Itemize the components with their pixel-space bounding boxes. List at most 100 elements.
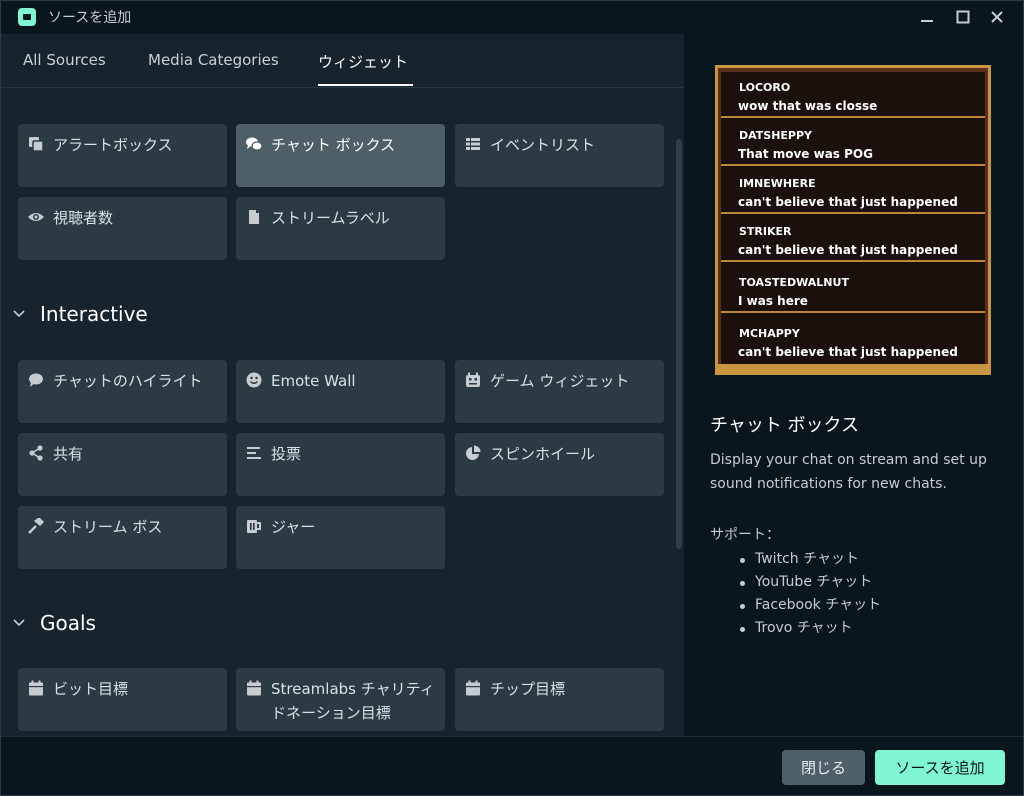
tab-all-sources[interactable]: All Sources — [23, 51, 106, 69]
chat-username: IMNEWHERE — [739, 177, 816, 190]
widget-label: ビット目標 — [53, 680, 129, 698]
widget-card-share[interactable]: 共有 — [18, 433, 227, 496]
chevron-down-icon — [13, 619, 25, 627]
section-goals-toggle[interactable]: Goals — [12, 611, 96, 635]
widget-card-stream-boss[interactable]: ストリーム ボス — [18, 506, 227, 569]
preview-chat-message: STRIKER can't believe that just happened — [721, 216, 985, 262]
chat-text: That move was POG — [738, 147, 873, 161]
add-source-button[interactable]: ソースを追加 — [875, 750, 1005, 785]
share-icon — [28, 445, 44, 461]
widget-label: チャット ボックス — [271, 136, 396, 154]
chat-text: wow that was closse — [738, 99, 878, 113]
section-title: Goals — [40, 611, 96, 635]
maximize-icon — [956, 10, 970, 24]
jar-icon — [246, 518, 262, 534]
chat-box-preview: LOCORO wow that was closse DATSHEPPY Tha… — [715, 65, 991, 375]
widget-card-jar[interactable]: ジャー — [236, 506, 445, 569]
tab-widgets[interactable]: ウィジェット — [318, 51, 408, 72]
widget-card-stream-label[interactable]: ストリームラベル — [236, 197, 445, 260]
speech-bubble-icon — [28, 372, 44, 388]
widget-card-chat-box[interactable]: チャット ボックス — [236, 124, 445, 187]
file-icon — [246, 209, 262, 225]
preview-chat-message: DATSHEPPY That move was POG — [721, 120, 985, 166]
poll-icon — [246, 445, 262, 461]
widget-card-poll[interactable]: 投票 — [236, 433, 445, 496]
calendar-icon — [465, 680, 481, 696]
widget-label: Emote Wall — [271, 372, 356, 390]
widget-card-event-list[interactable]: イベントリスト — [455, 124, 664, 187]
widget-label: イベントリスト — [490, 136, 596, 154]
widget-card-spin-wheel[interactable]: スピンホイール — [455, 433, 664, 496]
minimize-icon — [921, 20, 933, 22]
widget-label: チップ目標 — [490, 680, 566, 698]
smiley-icon — [246, 372, 262, 388]
chevron-down-icon — [13, 310, 25, 318]
support-list: Twitch チャット YouTube チャット Facebook チャット T… — [740, 548, 881, 640]
widget-card-game-widget[interactable]: ゲーム ウィジェット — [455, 360, 664, 423]
pie-icon — [465, 445, 481, 461]
app-logo-icon — [18, 8, 36, 26]
chat-username: LOCORO — [739, 81, 791, 94]
support-item: Facebook チャット — [740, 594, 881, 617]
widget-label: Streamlabs チャリティドネーション目標 — [271, 680, 435, 722]
preview-chat-message: LOCORO wow that was closse — [721, 72, 985, 118]
widget-label: ストリームラベル — [271, 209, 390, 227]
chat-username: MCHAPPY — [739, 327, 800, 340]
preview-chat-area: LOCORO wow that was closse DATSHEPPY Tha… — [721, 72, 985, 368]
widget-label: 投票 — [271, 445, 302, 463]
section-interactive-toggle[interactable]: Interactive — [12, 302, 148, 326]
robot-icon — [465, 372, 481, 388]
preview-chat-message: MCHAPPY can't believe that just happened — [721, 318, 985, 364]
tab-bar: All Sources Media Categories ウィジェット — [0, 34, 684, 88]
widget-card-alert-box[interactable]: アラートボックス — [18, 124, 227, 187]
scrollbar-thumb[interactable] — [676, 139, 682, 549]
chat-username: DATSHEPPY — [739, 129, 813, 142]
widget-label: 共有 — [53, 445, 84, 463]
widget-card-tip-goal[interactable]: チップ目標 — [455, 668, 664, 731]
minimize-button[interactable] — [910, 0, 944, 34]
widget-label: チャットのハイライト — [53, 372, 203, 390]
widget-label: ストリーム ボス — [53, 518, 163, 536]
title-bar: ソースを追加 — [0, 0, 1024, 34]
widget-card-charity-goal[interactable]: Streamlabs チャリティドネーション目標 — [236, 668, 445, 731]
widget-card-viewer-count[interactable]: 視聴者数 — [18, 197, 227, 260]
close-button[interactable]: 閉じる — [782, 750, 865, 785]
widget-card-bit-goal[interactable]: ビット目標 — [18, 668, 227, 731]
dialog-footer: 閉じる ソースを追加 — [0, 736, 1024, 796]
hammer-icon — [28, 518, 44, 534]
calendar-icon — [246, 680, 262, 696]
widget-list[interactable]: アラートボックス チャット ボックス イベントリスト 視聴者数 ストリームラベル… — [0, 105, 684, 736]
alert-box-icon — [28, 136, 44, 152]
active-tab-indicator — [318, 84, 413, 86]
maximize-button[interactable] — [946, 0, 980, 34]
preview-chat-message: TOASTEDWALNUT I was here — [721, 267, 985, 313]
calendar-icon — [28, 680, 44, 696]
widget-card-chat-highlight[interactable]: チャットのハイライト — [18, 360, 227, 423]
eye-icon — [28, 209, 44, 225]
widget-label: 視聴者数 — [53, 209, 114, 227]
section-title: Interactive — [40, 302, 148, 326]
chat-text: I was here — [738, 294, 808, 308]
chat-username: STRIKER — [739, 225, 792, 238]
widget-label: ゲーム ウィジェット — [490, 372, 630, 390]
widget-info-title: チャット ボックス — [710, 415, 860, 436]
tab-media-categories[interactable]: Media Categories — [148, 51, 279, 69]
window-controls — [910, 0, 1024, 34]
chat-username: TOASTEDWALNUT — [739, 276, 849, 289]
sources-panel: All Sources Media Categories ウィジェット アラート… — [0, 34, 684, 736]
support-heading: サポート： — [710, 527, 780, 543]
preview-frame-border — [718, 364, 988, 372]
close-icon — [991, 11, 1003, 23]
support-item: Trovo チャット — [740, 617, 881, 640]
list-icon — [465, 136, 481, 152]
widget-card-emote-wall[interactable]: Emote Wall — [236, 360, 445, 423]
close-window-button[interactable] — [980, 0, 1014, 34]
window-title: ソースを追加 — [48, 10, 132, 26]
preview-chat-message: IMNEWHERE can't believe that just happen… — [721, 168, 985, 214]
chat-text: can't believe that just happened — [738, 243, 958, 257]
support-item: Twitch チャット — [740, 548, 881, 571]
widget-label: アラートボックス — [53, 136, 173, 154]
widget-info-description: Display your chat on stream and set up s… — [710, 452, 987, 492]
chat-icon — [246, 136, 262, 152]
widget-label: スピンホイール — [490, 445, 596, 463]
